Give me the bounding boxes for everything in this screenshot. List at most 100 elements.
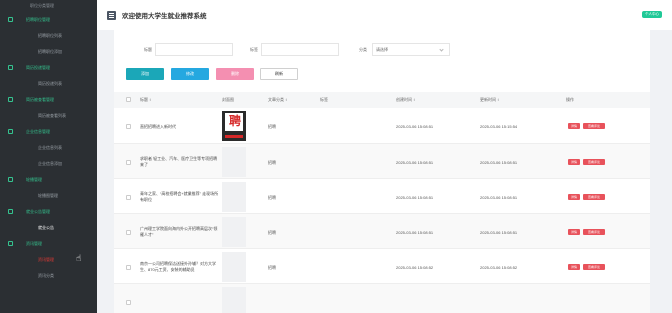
delete-button[interactable]: 删除	[216, 68, 254, 80]
cover-image	[222, 147, 246, 177]
cover-image	[222, 217, 246, 247]
add-button[interactable]: 添加	[126, 68, 164, 80]
detail-button[interactable]: 详情	[568, 229, 580, 235]
cover-image	[222, 182, 246, 212]
row-created: 2025-03-06 15:08:52	[396, 265, 434, 270]
row-updated: 2025-03-06 15:08:52	[480, 265, 518, 270]
sidebar-group-3[interactable]: 企业信息管理	[0, 124, 97, 140]
detail-button[interactable]: 详情	[568, 194, 580, 200]
menu-toggle-icon[interactable]	[107, 10, 116, 20]
menu-group-icon	[8, 177, 13, 182]
sidebar-group-0[interactable]: 招聘职位管理	[0, 12, 97, 28]
sidebar-group-6[interactable]: 资讯管理	[0, 236, 97, 252]
row-category: 招聘	[268, 265, 276, 270]
menu-group-icon	[8, 65, 13, 70]
topbar: 欢迎使用大学生就业推荐系统 个人中心	[97, 0, 672, 30]
select-all-checkbox[interactable]	[126, 97, 131, 102]
row-checkbox[interactable]	[126, 195, 131, 200]
view-comments-button[interactable]: 查看评论	[583, 123, 605, 129]
menu-group-icon	[8, 241, 13, 246]
row-created: 2025-03-06 15:08:51	[396, 124, 434, 129]
row-checkbox[interactable]	[126, 230, 131, 235]
sidebar-group-label: 招聘职位管理	[26, 17, 50, 22]
tag-search-input[interactable]	[261, 43, 339, 56]
view-comments-button[interactable]: 查看评论	[583, 159, 605, 165]
sidebar-item-2-0[interactable]: 简历被查看列表	[0, 108, 97, 124]
menu-group-icon	[8, 97, 13, 102]
mouse-cursor-icon: ☝	[76, 253, 82, 263]
row-updated: 2025-03-06 15:08:51	[480, 230, 518, 235]
row-category: 招聘	[268, 124, 276, 129]
detail-button[interactable]: 详情	[568, 159, 580, 165]
sidebar-item-6-1[interactable]: 资讯分类	[0, 268, 97, 284]
category-select-value: 请选择	[376, 46, 388, 52]
sidebar-group-1[interactable]: 简历投递管理	[0, 60, 97, 76]
row-category: 招聘	[268, 230, 276, 235]
sidebar-item-5-0[interactable]: 就业公告	[0, 220, 97, 236]
sidebar-group-label: 资讯管理	[26, 241, 42, 246]
table-header: 标题 ↕ 封面图 文章分类 ↕ 标签 创建时间 ↕ 更新时间 ↕ 操作	[114, 92, 650, 108]
view-comments-button[interactable]: 查看评论	[583, 194, 605, 200]
sidebar-group-label: 轮播管理	[26, 177, 42, 182]
row-created: 2025-03-06 15:08:51	[396, 230, 434, 235]
sidebar-item-3-1[interactable]: 企业信息添加	[0, 156, 97, 172]
row-checkbox[interactable]	[126, 160, 131, 165]
sidebar-item-1-0[interactable]: 简历投递列表	[0, 76, 97, 92]
header-title[interactable]: 标题 ↕	[140, 97, 151, 103]
row-checkbox[interactable]	[126, 300, 131, 305]
table-row: 广州理工学院面向海内外公开招聘高层次“领雁人才” 招聘 2025-03-06 15:…	[114, 214, 650, 249]
menu-group-icon	[8, 129, 13, 134]
sidebar-group-5[interactable]: 就业公告管理	[0, 204, 97, 220]
table-row: 青年之家、“高校招聘会+就業推荐” 走现场所有职位 招聘 2025-03-06 15…	[114, 179, 650, 214]
poster-bar	[225, 135, 243, 138]
row-updated: 2025-03-06 15:08:51	[480, 160, 518, 165]
row-checkbox[interactable]	[126, 265, 131, 270]
sidebar-item-3-0[interactable]: 企业信息列表	[0, 140, 97, 156]
sidebar-item-0-1[interactable]: 招聘职位添加	[0, 44, 97, 60]
sidebar-item-4-0[interactable]: 轮播图管理	[0, 188, 97, 204]
refresh-button[interactable]: 刷新	[260, 68, 298, 80]
header-tag: 标签	[320, 97, 328, 102]
row-checkbox[interactable]	[126, 124, 131, 129]
edit-button[interactable]: 修改	[171, 68, 209, 80]
cover-image	[222, 287, 246, 313]
poster-glyph: 聘	[229, 114, 242, 128]
row-created: 2025-03-06 15:08:51	[396, 195, 434, 200]
sidebar-group-label: 企业信息管理	[26, 129, 50, 134]
cover-image: 聘	[222, 111, 246, 141]
row-category: 招聘	[268, 160, 276, 165]
row-title: 求职者 轻工业、汽车、医疗卫生等专项招聘来了	[140, 156, 218, 167]
sidebar-group-label: 简历投递管理	[26, 65, 50, 70]
app-title: 欢迎使用大学生就业推荐系统	[122, 13, 207, 20]
view-comments-button[interactable]: 查看评论	[583, 229, 605, 235]
sidebar-group-2[interactable]: 简历被查看管理	[0, 92, 97, 108]
sidebar-group-label: 就业公告管理	[26, 209, 50, 214]
sidebar-item-0-0[interactable]: 招聘职位列表	[0, 28, 97, 44]
row-title: 南京一公司招聘保洁送接外孙辅？对方大学生、870元工资、安装的辅助员	[140, 261, 216, 272]
view-comments-button[interactable]: 查看评论	[583, 264, 605, 270]
table-row	[114, 284, 650, 313]
header-category[interactable]: 文章分类 ↕	[268, 97, 287, 103]
table-row: 求职者 轻工业、汽车、医疗卫生等专项招聘来了 招聘 2025-03-06 15:08…	[114, 144, 650, 179]
table-row: 直招招聘进入新时代 聘招聘 2025-03-06 15:08:51 2025-03-0…	[114, 108, 650, 144]
row-title: 青年之家、“高校招聘会+就業推荐” 走现场所有职位	[140, 191, 219, 202]
header-cover: 封面图	[222, 97, 234, 102]
title-search-input[interactable]	[155, 43, 233, 56]
header-created[interactable]: 创建时间 ↕	[396, 97, 415, 103]
detail-button[interactable]: 详情	[568, 123, 580, 129]
sidebar-item-6-0[interactable]: 资讯管理	[0, 252, 97, 268]
detail-button[interactable]: 详情	[568, 264, 580, 270]
sidebar: 职位分类管理招聘职位管理招聘职位列表 招聘职位添加简历投递管理简历投递列表 简历被查…	[0, 0, 97, 313]
search-bar: 标题 标签 分类 请选择	[114, 42, 650, 58]
category-select[interactable]: 请选择	[372, 43, 450, 56]
cover-image	[222, 252, 246, 282]
sidebar-item-top[interactable]: 职位分类管理	[0, 0, 97, 12]
user-center-button[interactable]: 个人中心	[642, 11, 662, 18]
header-updated[interactable]: 更新时间 ↕	[480, 97, 499, 103]
title-label: 标题	[144, 47, 152, 52]
row-created: 2025-03-06 15:08:51	[396, 160, 434, 165]
sidebar-group-4[interactable]: 轮播管理	[0, 172, 97, 188]
menu-group-icon	[8, 17, 13, 22]
row-updated: 2025-03-06 15:08:51	[480, 195, 518, 200]
row-updated: 2025-03-06 15:15:54	[480, 124, 518, 129]
